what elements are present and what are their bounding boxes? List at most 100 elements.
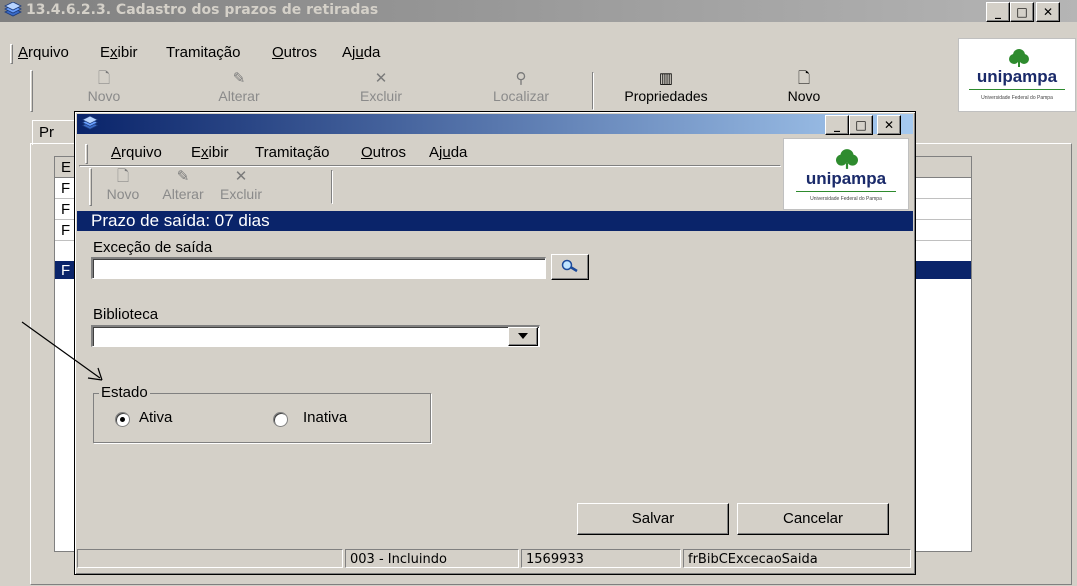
delete-x-icon: ✕ [374, 70, 388, 87]
dialog-menu-divider [79, 165, 781, 167]
dialog-menu-outros[interactable]: Outros [361, 144, 406, 161]
dialog-toolbar-novo-button[interactable]: 🗋 Novo [95, 168, 151, 202]
edit-icon: ✎ [176, 168, 190, 185]
prazo-header-text: Prazo de saída: 07 dias [91, 211, 270, 230]
grid-header-cell: E [61, 159, 72, 176]
excecao-label: Exceção de saída [93, 239, 213, 256]
status-cell-empty [77, 549, 343, 568]
grid-cell: F [61, 262, 71, 279]
tab-pr-label: Pr [39, 124, 54, 141]
grid-cell: F [61, 222, 71, 239]
toolbar-excluir-label: Excluir [359, 88, 402, 104]
dialog-menu-grip [85, 144, 88, 164]
dialog-toolbar-excluir-button[interactable]: ✕ Excluir [211, 168, 271, 202]
dialog-menu-bar: Arquivo Exibir Tramitação Outros Ajuda [111, 144, 771, 164]
menu-outros[interactable]: Outros [272, 44, 317, 61]
salvar-button[interactable]: Salvar [577, 503, 729, 535]
annotation-arrow [21, 321, 103, 381]
status-text: 1569933 [526, 552, 584, 567]
search-button[interactable] [551, 254, 589, 280]
status-cell-form: frBibCExcecaoSaida [683, 549, 911, 568]
toolbar-grip [30, 70, 33, 112]
main-window-title: 13.4.6.2.3. Cadastro dos prazos de retir… [26, 2, 379, 18]
dialog-toolbar-grip [89, 168, 92, 206]
dialog-maximize-button[interactable]: □ [849, 115, 873, 135]
status-cell-mode: 003 - Incluindo [345, 549, 519, 568]
toolbar-novo2-label: Novo [787, 88, 821, 104]
dialog-toolbar-alterar-button[interactable]: ✎ Alterar [153, 168, 213, 202]
toolbar-novo-label: Novo [87, 88, 121, 104]
dialog-minimize-button[interactable]: _ [825, 115, 849, 135]
toolbar-novo2-button[interactable]: 🗋 Novo [772, 70, 836, 104]
toolbar-alterar-button[interactable]: ✎ Alterar [204, 70, 274, 104]
logo-name: unipampa [976, 67, 1058, 86]
dialog-menu-ajuda[interactable]: Ajuda [429, 144, 467, 161]
minimize-button[interactable]: _ [986, 2, 1010, 22]
main-logo: unipampa Universidade Federal do Pampa [958, 38, 1076, 112]
binoculars-icon: ⚲ [515, 70, 527, 87]
edit-icon: ✎ [232, 70, 246, 87]
close-button[interactable]: ✕ [1036, 2, 1060, 22]
menu-arquivo[interactable]: Arquivo [18, 44, 69, 61]
menu-exibir[interactable]: Exibir [100, 44, 138, 61]
search-icon [561, 259, 579, 277]
excecao-input[interactable] [91, 257, 546, 279]
toolbar-alterar-label: Alterar [218, 88, 260, 104]
logo-line [796, 191, 896, 192]
grid-cell: F [61, 180, 71, 197]
app-icon [4, 1, 22, 19]
logo-line [969, 89, 1065, 90]
dialog-toolbar-alterar-label: Alterar [162, 186, 204, 202]
prazo-header: Prazo de saída: 07 dias [77, 211, 913, 231]
dialog-toolbar-novo-label: Novo [106, 186, 140, 202]
radio-inativa-label[interactable]: Inativa [303, 409, 347, 426]
radio-dot [120, 417, 125, 422]
salvar-label: Salvar [631, 510, 675, 527]
menu-grip [10, 44, 13, 64]
dialog-app-icon [81, 115, 99, 132]
radio-ativa-label[interactable]: Ativa [139, 409, 172, 426]
toolbar-separator [592, 72, 594, 110]
new-document-icon: 🗋 [116, 168, 130, 185]
logo-subtitle: Universidade Federal do Pampa [810, 196, 882, 202]
dialog-logo: unipampa Universidade Federal do Pampa [783, 138, 909, 210]
menu-ajuda[interactable]: Ajuda [342, 44, 380, 61]
status-cell-id: 1569933 [521, 549, 681, 568]
grid-cell: F [61, 201, 71, 218]
toolbar-localizar-label: Localizar [492, 88, 550, 104]
dialog-menu-exibir[interactable]: Exibir [191, 144, 229, 161]
radio-inativa[interactable] [273, 412, 288, 427]
dialog-title-bar[interactable]: _ □ ✕ [77, 114, 913, 135]
radio-ativa[interactable] [115, 412, 130, 427]
new-document-icon: 🗋 [97, 70, 111, 87]
logo-subtitle: Universidade Federal do Pampa [981, 95, 1053, 101]
menu-tramitacao[interactable]: Tramitação [166, 44, 240, 61]
toolbar-propriedades-label: Propriedades [624, 88, 708, 104]
tab-pr[interactable]: Pr [32, 120, 80, 145]
main-menu-bar: Arquivo Exibir Tramitação Outros Ajuda [18, 44, 953, 64]
dialog-close-button[interactable]: ✕ [877, 115, 901, 135]
dialog-toolbar-excluir-label: Excluir [219, 186, 262, 202]
maximize-button[interactable]: □ [1010, 2, 1034, 22]
status-bar: 003 - Incluindo 1569933 frBibCExcecaoSai… [77, 549, 913, 569]
toolbar-novo-button[interactable]: 🗋 Novo [72, 70, 136, 104]
status-text: 003 - Incluindo [350, 552, 447, 567]
dialog-menu-tramitacao[interactable]: Tramitação [255, 144, 329, 161]
toolbar-excluir-button[interactable]: ✕ Excluir [346, 70, 416, 104]
new-document-icon: 🗋 [797, 70, 811, 87]
toolbar-propriedades-button[interactable]: ▥ Propriedades [598, 70, 734, 104]
cancelar-button[interactable]: Cancelar [737, 503, 889, 535]
logo-name: unipampa [805, 169, 887, 188]
dialog-window: _ □ ✕ Arquivo Exibir Tramitação Outros A… [74, 111, 916, 575]
dialog-toolbar-separator [331, 170, 333, 204]
properties-icon: ▥ [658, 70, 674, 87]
delete-x-icon: ✕ [234, 168, 248, 185]
chevron-down-icon [518, 333, 528, 339]
status-text: frBibCExcecaoSaida [688, 552, 818, 567]
toolbar-localizar-button[interactable]: ⚲ Localizar [476, 70, 566, 104]
main-toolbar: 🗋 Novo ✎ Alterar ✕ Excluir ⚲ Localizar ▥… [24, 70, 954, 110]
biblioteca-select[interactable] [91, 325, 540, 347]
main-title-bar[interactable]: 13.4.6.2.3. Cadastro dos prazos de retir… [0, 0, 1077, 22]
biblioteca-dropdown-button[interactable] [508, 327, 538, 346]
dialog-menu-arquivo[interactable]: Arquivo [111, 144, 162, 161]
